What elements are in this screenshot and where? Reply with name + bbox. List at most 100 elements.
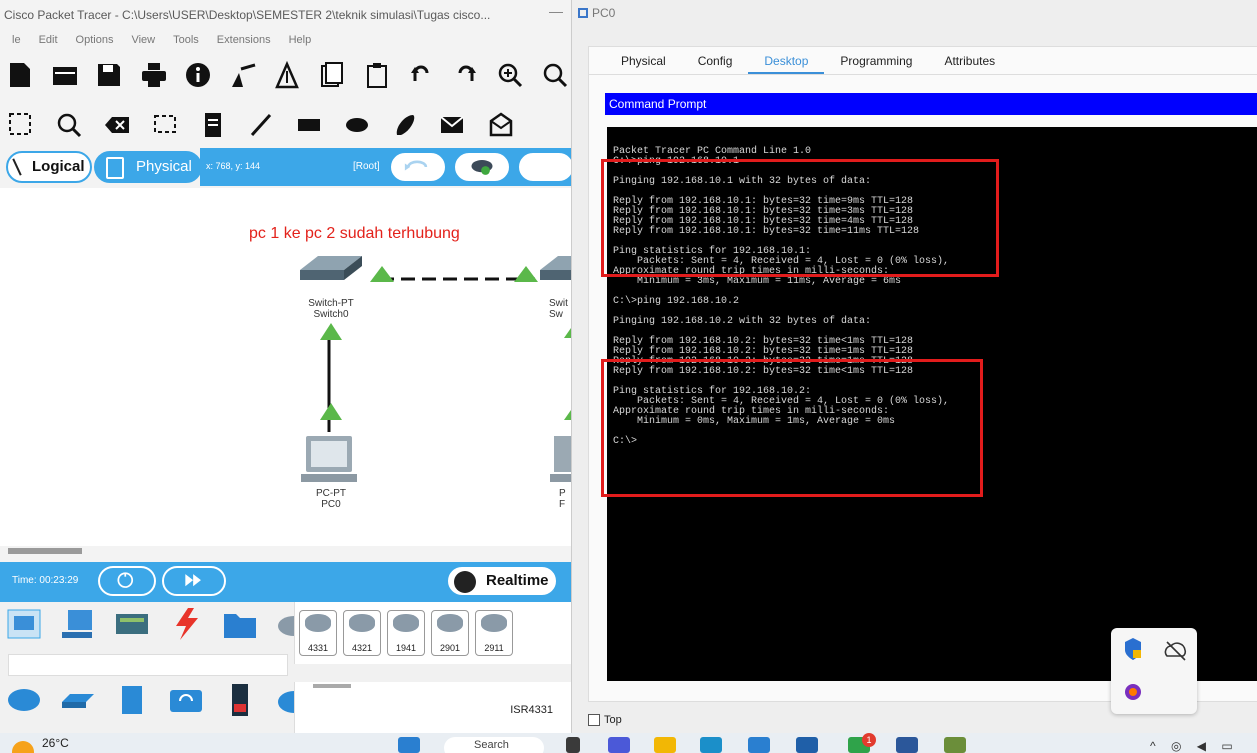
router-icon <box>437 614 463 632</box>
menu-tools[interactable]: Tools <box>173 28 199 52</box>
router-1941[interactable]: 1941 <box>387 610 425 656</box>
zoom-in-icon[interactable] <box>494 58 527 92</box>
cloud-offline-icon[interactable] <box>1164 641 1187 661</box>
browser-app-icon[interactable] <box>1125 684 1141 700</box>
menu-options[interactable]: Options <box>76 28 114 52</box>
back-button[interactable] <box>389 151 447 183</box>
selected-device-scroll[interactable] <box>313 684 351 688</box>
edge-icon[interactable] <box>700 737 722 753</box>
file-explorer-icon[interactable] <box>654 737 676 753</box>
pc-window-icon <box>578 8 588 18</box>
menu-extensions[interactable]: Extensions <box>217 28 271 52</box>
inspect-icon[interactable] <box>52 108 86 142</box>
redo-icon[interactable] <box>449 58 482 92</box>
network-info-icon[interactable] <box>271 58 304 92</box>
computer-icon[interactable] <box>60 606 96 642</box>
minimize-button[interactable] <box>549 12 563 13</box>
wizard-icon[interactable] <box>227 58 260 92</box>
router-category-icon[interactable] <box>6 682 42 718</box>
router-model-label: 2901 <box>439 643 461 653</box>
logical-workspace[interactable]: pc 1 ke pc 2 sudah terhubung Switch-PT S… <box>0 188 571 546</box>
weather-temperature[interactable]: 26°C <box>42 736 69 750</box>
cluster-button[interactable] <box>453 151 511 183</box>
command-prompt-header: Command Prompt <box>605 93 1257 115</box>
copy-icon[interactable] <box>316 58 349 92</box>
horizontal-scrollbar[interactable] <box>8 548 82 554</box>
tab-attributes[interactable]: Attributes <box>928 47 1011 74</box>
weather-icon[interactable] <box>12 741 34 753</box>
print-icon[interactable] <box>138 58 171 92</box>
copilot-icon[interactable] <box>608 737 630 753</box>
logical-view-button[interactable]: Logical <box>6 151 92 183</box>
ellipse-icon[interactable] <box>340 108 374 142</box>
taskbar-search[interactable]: Search <box>444 737 544 753</box>
tab-config[interactable]: Config <box>682 47 749 74</box>
tab-physical[interactable]: Physical <box>605 47 682 74</box>
top-toggle[interactable]: Top <box>588 714 622 726</box>
open-folder-icon[interactable] <box>49 58 82 92</box>
router-2901[interactable]: 2901 <box>431 610 469 656</box>
realtime-button[interactable]: Realtime <box>446 565 558 597</box>
connections-icon[interactable] <box>168 606 204 642</box>
viewport-button[interactable] <box>517 151 571 183</box>
router-4321[interactable]: 4321 <box>343 610 381 656</box>
info-icon[interactable] <box>182 58 215 92</box>
windows-start-icon[interactable] <box>398 737 420 753</box>
pc0-window: PC0 Physical Config Desktop Programming … <box>571 0 1257 733</box>
security-category-icon[interactable] <box>222 682 258 718</box>
freeform-icon[interactable] <box>388 108 422 142</box>
hub-category-icon[interactable] <box>114 682 150 718</box>
wireless-category-icon[interactable] <box>168 682 204 718</box>
packet-tracer-taskbar-icon[interactable] <box>944 737 966 753</box>
line-icon[interactable] <box>244 108 278 142</box>
undo-icon[interactable] <box>405 58 438 92</box>
tab-programming[interactable]: Programming <box>824 47 928 74</box>
end-devices-icon[interactable] <box>6 606 42 642</box>
power-cycle-button[interactable] <box>98 566 156 596</box>
menu-view[interactable]: View <box>131 28 155 52</box>
paste-icon[interactable] <box>360 58 393 92</box>
edit-toolbar <box>0 106 571 144</box>
menu-file[interactable]: le <box>12 28 21 52</box>
switch-category-icon[interactable] <box>60 682 96 718</box>
rectangle-icon[interactable] <box>292 108 326 142</box>
command-prompt-terminal[interactable]: Packet Tracer PC Command Line 1.0 C:\>pin… <box>601 127 1257 681</box>
pc1-label: P F <box>559 488 571 510</box>
select-icon[interactable] <box>4 108 38 142</box>
task-view-icon[interactable] <box>566 737 580 753</box>
server-icon[interactable] <box>114 606 150 642</box>
packet-tracer-window: Cisco Packet Tracer - C:\Users\USER\Desk… <box>0 0 571 733</box>
mail-icon[interactable] <box>796 737 818 753</box>
fast-forward-button[interactable] <box>162 566 226 596</box>
device-types <box>6 682 312 718</box>
top-checkbox[interactable] <box>588 714 600 726</box>
store-icon[interactable] <box>748 737 770 753</box>
menu-edit[interactable]: Edit <box>39 28 58 52</box>
device-search-input[interactable] <box>8 654 288 676</box>
pc0-title-text: PC0 <box>592 6 616 20</box>
folder-icon[interactable] <box>222 606 258 642</box>
router-2911[interactable]: 2911 <box>475 610 513 656</box>
realtime-label: Realtime <box>486 572 549 589</box>
device-categories <box>6 606 312 642</box>
router-4331[interactable]: 4331 <box>299 610 337 656</box>
resize-icon[interactable] <box>148 108 182 142</box>
zoom-reset-icon[interactable] <box>538 58 571 92</box>
tab-desktop[interactable]: Desktop <box>748 47 825 74</box>
link-status-up <box>564 410 571 420</box>
switch1-type: Swit <box>549 298 568 309</box>
delete-icon[interactable] <box>100 108 134 142</box>
menu-help[interactable]: Help <box>289 28 312 52</box>
note-icon[interactable] <box>196 108 230 142</box>
word-icon[interactable] <box>896 737 918 753</box>
system-tray[interactable]: ^ ◎ ◀ ▭ <box>1150 739 1239 753</box>
physical-view-button[interactable]: Physical <box>94 151 202 183</box>
new-file-icon[interactable] <box>4 58 37 92</box>
security-shield-icon[interactable] <box>1125 638 1141 660</box>
pc0-label: PC-PT PC0 <box>296 488 366 510</box>
main-toolbar <box>0 55 571 95</box>
pc0-name: PC0 <box>321 499 341 510</box>
save-icon[interactable] <box>93 58 126 92</box>
complex-pdu-icon[interactable] <box>484 108 518 142</box>
add-pdu-icon[interactable] <box>436 108 470 142</box>
